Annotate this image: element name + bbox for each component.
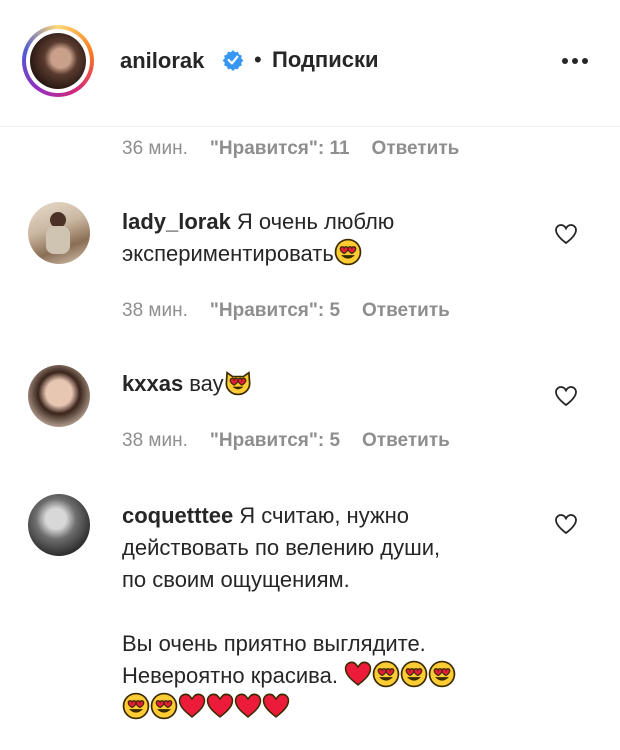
red-heart-emoji: [234, 692, 262, 720]
comment-username[interactable]: coquetttee: [122, 503, 233, 528]
heart-eyes-emoji: [372, 660, 400, 688]
reply-button[interactable]: Ответить: [372, 138, 460, 159]
heart-eyes-emoji: [122, 692, 150, 720]
comment-text-line: Я очень люблю: [236, 209, 395, 234]
red-heart-emoji: [262, 692, 290, 720]
comment-body: lady_lorak Я очень люблю экспериментирова…: [122, 206, 394, 270]
comment-text-line: Вы очень приятно выглядите.: [122, 631, 426, 656]
comment-body: coquetttee Я считаю, нужно действовать по…: [122, 500, 456, 724]
commenter-avatar[interactable]: [28, 365, 90, 427]
comment-text-line: экспериментировать: [122, 241, 334, 266]
comment-text-line: действовать по велению души,: [122, 535, 441, 560]
comment-text-line: по своим ощущениям.: [122, 567, 350, 592]
commenter-avatar[interactable]: [28, 494, 90, 556]
comment-time: 38 мин.: [122, 300, 188, 321]
heart-eyes-emoji: [150, 692, 178, 720]
owner-username[interactable]: anilorak: [120, 48, 204, 74]
reply-button[interactable]: Ответить: [362, 430, 450, 451]
red-heart-emoji: [344, 660, 372, 688]
comment-username[interactable]: kxxas: [122, 371, 183, 396]
commenter-avatar[interactable]: [28, 202, 90, 264]
red-heart-emoji: [206, 692, 234, 720]
heart-eyes-emoji: [400, 660, 428, 688]
separator-dot: •: [254, 47, 262, 72]
comment-meta: 36 мин. "Нравится": 11 Ответить: [122, 138, 481, 160]
red-heart-emoji: [178, 692, 206, 720]
owner-avatar[interactable]: [22, 25, 94, 97]
comment-meta: 38 мин. "Нравится": 5 Ответить: [122, 300, 472, 322]
like-heart-icon[interactable]: [554, 512, 578, 536]
comment-text-line: Я считаю, нужно: [239, 503, 410, 528]
post-header: anilorak • Подписки: [0, 0, 620, 127]
verified-icon: [222, 50, 244, 71]
comment-likes[interactable]: "Нравится": 11: [210, 138, 350, 159]
comment-body: kxxas вау: [122, 368, 252, 400]
heart-eyes-emoji: [334, 238, 362, 266]
like-heart-icon[interactable]: [554, 222, 578, 246]
comment-time: 36 мин.: [122, 138, 188, 159]
like-heart-icon[interactable]: [554, 384, 578, 408]
more-icon[interactable]: [560, 56, 590, 66]
heart-eyes-emoji: [428, 660, 456, 688]
comment-meta: 38 мин. "Нравится": 5 Ответить: [122, 430, 472, 452]
following-button[interactable]: Подписки: [272, 47, 379, 73]
comment-likes[interactable]: "Нравится": 5: [210, 300, 340, 321]
comment-likes[interactable]: "Нравится": 5: [210, 430, 340, 451]
reply-button[interactable]: Ответить: [362, 300, 450, 321]
comment-text-line: вау: [189, 371, 224, 396]
comment-time: 38 мин.: [122, 430, 188, 451]
comment-username[interactable]: lady_lorak: [122, 209, 231, 234]
comment-text-line: Невероятно красива.: [122, 663, 338, 688]
heart-eyes-cat-emoji: [224, 368, 252, 396]
